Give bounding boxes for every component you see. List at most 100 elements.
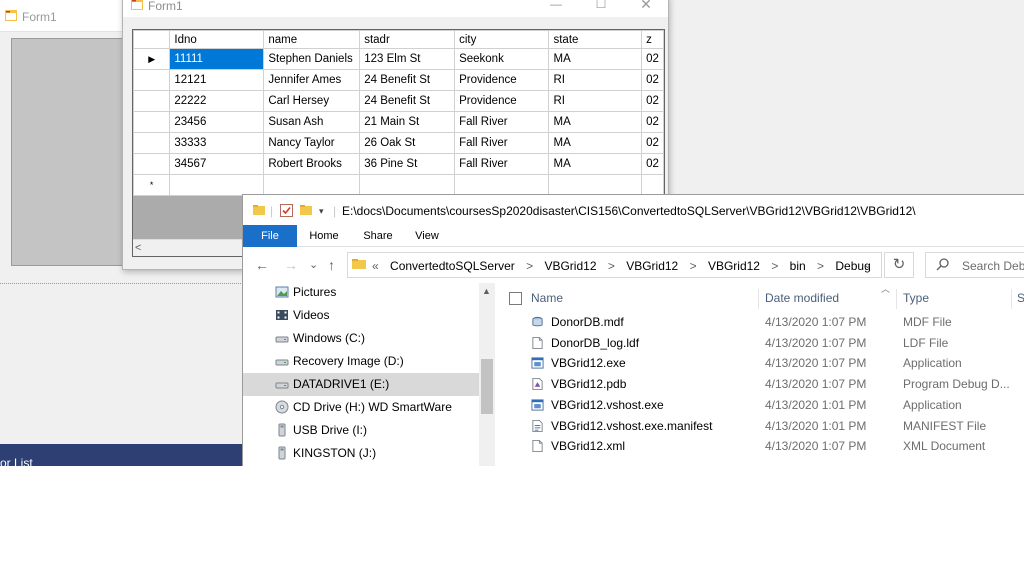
file-row[interactable]: VBGrid12.vshost.exe.manifest 4/13/2020 1:… bbox=[495, 416, 1024, 437]
grid-cell[interactable]: Stephen Daniels bbox=[263, 48, 361, 70]
address-dropdown-icon[interactable]: ⌄ bbox=[863, 258, 872, 271]
grid-cell[interactable]: MA bbox=[548, 111, 643, 133]
breadcrumb-item[interactable]: ConvertedtoSQLServer bbox=[390, 259, 515, 273]
column-header-name[interactable]: Name bbox=[531, 291, 563, 305]
breadcrumb-item[interactable]: VBGrid12 bbox=[626, 259, 678, 273]
grid-cell[interactable]: 36 Pine St bbox=[359, 153, 456, 175]
grid-cell[interactable]: RI bbox=[548, 90, 643, 112]
breadcrumb-item[interactable]: bin bbox=[790, 259, 806, 273]
scrollbar-thumb[interactable] bbox=[481, 359, 493, 414]
file-row[interactable]: VBGrid12.vshost.exe 4/13/2020 1:01 PM Appl… bbox=[495, 395, 1024, 416]
grid-cell[interactable]: 24 Benefit St bbox=[359, 69, 456, 91]
nav-item[interactable]: USB Drive (I:) bbox=[243, 419, 479, 442]
column-header[interactable]: city bbox=[454, 30, 550, 49]
grid-cell[interactable] bbox=[454, 174, 550, 196]
file-row[interactable]: VBGrid12.pdb 4/13/2020 1:07 PM Program Deb… bbox=[495, 374, 1024, 395]
tab-share[interactable]: Share bbox=[353, 225, 403, 247]
grid-cell[interactable]: 23456 bbox=[169, 111, 265, 133]
nav-item[interactable]: Recovery Image (D:) bbox=[243, 350, 479, 373]
scroll-left-icon[interactable]: < bbox=[135, 241, 147, 255]
tab-file[interactable]: File bbox=[243, 225, 297, 247]
file-row[interactable]: DonorDB.mdf 4/13/2020 1:07 PM MDF File bbox=[495, 312, 1024, 333]
breadcrumb-separator-icon[interactable]: > bbox=[817, 259, 824, 273]
breadcrumb-item[interactable]: VBGrid12 bbox=[544, 259, 596, 273]
scroll-up-icon[interactable]: ▲ bbox=[482, 286, 491, 296]
column-header[interactable]: stadr bbox=[359, 30, 456, 49]
column-header[interactable]: Idno bbox=[169, 30, 265, 49]
recent-locations-icon[interactable]: ⌄ bbox=[309, 258, 318, 271]
grid-cell[interactable]: 02 bbox=[641, 111, 664, 133]
grid-cell[interactable]: Carl Hersey bbox=[263, 90, 361, 112]
column-divider[interactable] bbox=[758, 289, 759, 309]
designer-form-surface[interactable] bbox=[11, 38, 126, 266]
grid-cell[interactable] bbox=[169, 174, 265, 196]
properties-check-icon[interactable] bbox=[280, 204, 293, 217]
forward-arrow-icon[interactable]: → bbox=[284, 257, 298, 273]
grid-cell[interactable]: 02 bbox=[641, 69, 664, 91]
navigation-pane-scrollbar[interactable]: ▲ bbox=[479, 283, 495, 466]
back-arrow-icon[interactable]: ← bbox=[255, 257, 269, 273]
grid-cell[interactable] bbox=[359, 174, 456, 196]
grid-cell[interactable]: 02 bbox=[641, 153, 664, 175]
grid-cell[interactable]: Robert Brooks bbox=[263, 153, 361, 175]
close-button[interactable]: ✕ bbox=[626, 0, 666, 13]
grid-cell[interactable]: 11111 bbox=[169, 48, 265, 70]
column-header[interactable]: name bbox=[263, 30, 361, 49]
address-bar[interactable]: « ConvertedtoSQLServer > VBGrid12 > VBGr… bbox=[347, 252, 882, 278]
nav-item[interactable]: CD Drive (H:) WD SmartWare bbox=[243, 396, 479, 419]
grid-row[interactable]: 12121 Jennifer Ames 24 Benefit St Providenc… bbox=[133, 69, 664, 91]
select-all-checkbox[interactable] bbox=[509, 292, 522, 305]
grid-row[interactable]: ▶ 11111 Stephen Daniels 123 Elm St Seekonk MA… bbox=[133, 48, 664, 70]
grid-cell[interactable]: Fall River bbox=[454, 111, 550, 133]
breadcrumb-separator-icon[interactable]: > bbox=[771, 259, 778, 273]
grid-row[interactable]: 23456 Susan Ash 21 Main St Fall River MA 02 bbox=[133, 111, 664, 133]
file-row[interactable]: VBGrid12.xml 4/13/2020 1:07 PM XML Documen… bbox=[495, 436, 1024, 457]
row-header[interactable] bbox=[133, 132, 171, 154]
refresh-button[interactable]: ↻ bbox=[884, 252, 914, 278]
overflow-crumbs-icon[interactable]: « bbox=[372, 259, 379, 273]
grid-cell[interactable]: Nancy Taylor bbox=[263, 132, 361, 154]
maximize-button[interactable]: ☐ bbox=[581, 0, 621, 13]
grid-cell[interactable]: 02 bbox=[641, 48, 664, 70]
grid-cell[interactable]: Susan Ash bbox=[263, 111, 361, 133]
file-row[interactable]: DonorDB_log.ldf 4/13/2020 1:07 PM LDF File bbox=[495, 333, 1024, 354]
search-input[interactable]: Search Deb bbox=[962, 259, 1024, 273]
breadcrumb-separator-icon[interactable]: > bbox=[608, 259, 615, 273]
grid-cell[interactable]: 21 Main St bbox=[359, 111, 456, 133]
nav-item[interactable]: KINGSTON (J:) bbox=[243, 442, 479, 465]
search-box[interactable]: Search Deb bbox=[925, 252, 1024, 278]
current-row-indicator-icon[interactable]: ▶ bbox=[133, 48, 171, 70]
row-header[interactable] bbox=[133, 90, 171, 112]
row-header[interactable] bbox=[133, 153, 171, 175]
breadcrumb-separator-icon[interactable]: > bbox=[690, 259, 697, 273]
grid-cell[interactable]: RI bbox=[548, 69, 643, 91]
customize-toolbar-icon[interactable]: ▾ bbox=[319, 206, 324, 217]
tab-view[interactable]: View bbox=[403, 225, 451, 247]
minimize-button[interactable]: — bbox=[536, 0, 576, 13]
breadcrumb-item[interactable]: VBGrid12 bbox=[708, 259, 760, 273]
grid-cell[interactable]: MA bbox=[548, 48, 643, 70]
grid-cell[interactable]: Providence bbox=[454, 69, 550, 91]
column-header-type[interactable]: Type bbox=[903, 291, 929, 305]
nav-item[interactable]: DATADRIVE1 (E:) bbox=[243, 373, 479, 396]
breadcrumb-separator-icon[interactable]: > bbox=[526, 259, 533, 273]
grid-cell[interactable]: MA bbox=[548, 132, 643, 154]
column-divider[interactable] bbox=[1011, 289, 1012, 309]
grid-corner-header[interactable] bbox=[133, 30, 171, 49]
grid-cell[interactable]: Jennifer Ames bbox=[263, 69, 361, 91]
column-header[interactable]: z bbox=[641, 30, 664, 49]
grid-row[interactable]: 34567 Robert Brooks 36 Pine St Fall River MA… bbox=[133, 153, 664, 175]
tab-home[interactable]: Home bbox=[299, 225, 349, 247]
grid-row[interactable]: 22222 Carl Hersey 24 Benefit St Providence R… bbox=[133, 90, 664, 112]
grid-cell[interactable]: 02 bbox=[641, 90, 664, 112]
nav-item[interactable]: Pictures bbox=[243, 281, 479, 304]
grid-cell[interactable]: 26 Oak St bbox=[359, 132, 456, 154]
column-divider[interactable] bbox=[896, 289, 897, 309]
new-folder-icon[interactable] bbox=[300, 204, 312, 216]
grid-cell[interactable] bbox=[263, 174, 361, 196]
grid-cell[interactable] bbox=[641, 174, 664, 196]
grid-cell[interactable]: 12121 bbox=[169, 69, 265, 91]
up-arrow-icon[interactable]: ↑ bbox=[328, 257, 335, 273]
grid-row[interactable]: 33333 Nancy Taylor 26 Oak St Fall River MA 02 bbox=[133, 132, 664, 154]
grid-new-row[interactable]: * bbox=[133, 174, 664, 196]
